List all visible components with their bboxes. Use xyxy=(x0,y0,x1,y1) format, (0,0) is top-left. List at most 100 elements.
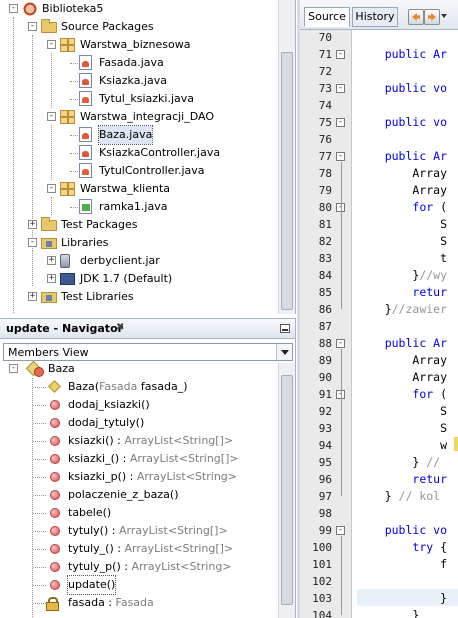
code-line[interactable]: S xyxy=(357,216,447,233)
code-line[interactable]: w xyxy=(357,437,447,454)
code-line[interactable]: try { xyxy=(357,539,447,556)
fold-toggle-icon[interactable]: - xyxy=(336,118,345,127)
code-line[interactable]: for ( xyxy=(357,386,447,403)
expand-icon[interactable]: + xyxy=(28,292,37,301)
method-icon xyxy=(50,508,60,518)
code-line[interactable]: Array xyxy=(357,369,447,386)
back-icon[interactable] xyxy=(408,9,424,25)
projects-scrollbar[interactable] xyxy=(278,0,295,314)
method-item[interactable]: tytuly() : ArrayList<String[]> xyxy=(0,522,277,540)
tree-guide-line xyxy=(33,441,46,442)
navigator-title-bar[interactable]: update - Navigator ✖ xyxy=(0,319,295,339)
code-line[interactable]: retur xyxy=(357,284,447,301)
test-packages-node[interactable]: + Test Packages xyxy=(0,216,277,234)
code-line[interactable]: Array xyxy=(357,182,447,199)
code-line[interactable]: Array xyxy=(357,165,447,182)
code-line[interactable]: } xyxy=(357,590,447,607)
code-line[interactable]: S xyxy=(357,403,447,420)
projects-scrollbar-thumb[interactable] xyxy=(281,52,293,310)
project-node[interactable]: - Biblioteka5 xyxy=(0,0,277,18)
file-fasada[interactable]: Fasada.java xyxy=(0,54,277,72)
chevron-down-icon[interactable] xyxy=(276,344,292,360)
line-number: 72 xyxy=(318,65,332,78)
navigator-scrollbar-thumb[interactable] xyxy=(281,375,293,605)
minimize-icon[interactable] xyxy=(280,324,290,333)
code-token: S xyxy=(357,421,448,435)
method-item[interactable]: ksiazki_() : ArrayList<String[]> xyxy=(0,450,277,468)
method-item[interactable]: tabele() xyxy=(0,504,277,522)
file-ramka1[interactable]: ramka1.java xyxy=(0,198,277,216)
method-item[interactable]: ksiazki() : ArrayList<String[]> xyxy=(0,432,277,450)
file-baza[interactable]: Baza.java xyxy=(0,125,277,145)
package-warstwa-integracji[interactable]: - Warstwa_integracji_DAO xyxy=(0,108,277,126)
code-line[interactable]: S xyxy=(357,420,447,437)
file-tytul-controller[interactable]: TytulController.java xyxy=(0,162,277,180)
collapse-icon[interactable]: - xyxy=(47,184,56,193)
source-packages-node[interactable]: - Source Packages xyxy=(0,18,277,36)
file-tytul-ksiazki[interactable]: Tytul_ksiazki.java xyxy=(0,90,277,108)
method-item[interactable]: ksiazki_p() : ArrayList<String> xyxy=(0,468,277,486)
libraries-node[interactable]: - Libraries xyxy=(0,234,277,252)
code-line[interactable]: }//zawier xyxy=(357,301,447,318)
method-item[interactable]: update() xyxy=(0,575,277,595)
close-icon[interactable]: ✖ xyxy=(116,322,124,333)
code-line[interactable]: } // kol xyxy=(357,488,440,505)
warning-marker[interactable] xyxy=(454,437,458,451)
code-line[interactable]: public Ar xyxy=(357,148,447,165)
fold-toggle-icon[interactable]: - xyxy=(336,526,345,535)
tab-source[interactable]: Source xyxy=(304,7,350,27)
code-line[interactable]: } xyxy=(357,607,419,618)
forward-icon[interactable] xyxy=(424,9,440,25)
navigator-scrollbar[interactable] xyxy=(278,363,295,618)
method-item[interactable]: dodaj_ksiazki() xyxy=(0,396,277,414)
collapse-icon[interactable]: - xyxy=(28,238,37,247)
method-item[interactable]: tytuly_p() : ArrayList<String> xyxy=(0,558,277,576)
package-warstwa-klienta[interactable]: - Warstwa_klienta xyxy=(0,180,277,198)
method-item[interactable]: polaczenie_z_baza() xyxy=(0,486,277,504)
code-line[interactable]: Array xyxy=(357,352,447,369)
collapse-icon[interactable]: - xyxy=(9,364,18,373)
fold-toggle-icon[interactable]: - xyxy=(336,152,345,161)
code-line[interactable]: } // xyxy=(357,454,440,471)
code-line[interactable]: S xyxy=(357,233,447,250)
member-type: ArrayList<String[]> xyxy=(124,434,234,447)
method-item[interactable]: tytuly_() : ArrayList<String[]> xyxy=(0,540,277,558)
file-ksiazka[interactable]: Ksiazka.java xyxy=(0,72,277,90)
code-line[interactable]: public vo xyxy=(357,522,447,539)
lib-jdk[interactable]: + JDK 1.7 (Default) xyxy=(0,270,277,288)
code-line[interactable]: f xyxy=(357,556,447,573)
code-line[interactable]: public Ar xyxy=(357,335,447,352)
class-node[interactable]: - Baza xyxy=(0,360,277,378)
constructor-item[interactable]: Baza(Fasada fasada_) xyxy=(0,378,277,396)
tab-history[interactable]: History xyxy=(352,7,398,27)
lib-derbyclient[interactable]: + derbyclient.jar xyxy=(0,252,277,270)
package-warstwa-biznesowa[interactable]: - Warstwa_biznesowa xyxy=(0,36,277,54)
code-line[interactable]: t xyxy=(357,250,447,267)
code-line[interactable]: }//wy xyxy=(357,267,447,284)
member-label: ksiazki_() : ArrayList<String[]> xyxy=(68,450,239,468)
code-line[interactable]: public vo xyxy=(357,80,447,97)
collapse-icon[interactable]: - xyxy=(47,112,56,121)
code-line[interactable]: for ( xyxy=(357,199,447,216)
members-view-combo[interactable]: Members View xyxy=(3,343,293,361)
line-number: 91 xyxy=(318,388,332,401)
code-line[interactable]: public vo xyxy=(357,114,447,131)
expand-icon[interactable]: + xyxy=(28,220,37,229)
test-libraries-node[interactable]: + Test Libraries xyxy=(0,288,277,306)
line-number-gutter: 70 71-72 73-74 75-76 77-78 79 80-81 82 83 84 85 86 8… xyxy=(300,30,352,618)
collapse-icon[interactable]: - xyxy=(9,4,18,13)
code-token: } xyxy=(357,268,420,282)
collapse-icon[interactable]: - xyxy=(28,22,37,31)
chevron-down-icon[interactable] xyxy=(441,14,447,18)
fold-toggle-icon[interactable]: - xyxy=(336,339,345,348)
method-item[interactable]: dodaj_tytuly() xyxy=(0,414,277,432)
expand-icon[interactable]: + xyxy=(47,256,56,265)
field-item[interactable]: fasada : Fasada xyxy=(0,594,277,612)
code-line[interactable]: retur xyxy=(357,471,447,488)
expand-icon[interactable]: + xyxy=(47,274,56,283)
code-line[interactable]: public Ar xyxy=(357,46,447,63)
fold-toggle-icon[interactable]: - xyxy=(336,50,345,59)
fold-toggle-icon[interactable]: - xyxy=(336,84,345,93)
file-ksiazka-controller[interactable]: KsiazkaController.java xyxy=(0,144,277,162)
collapse-icon[interactable]: - xyxy=(47,40,56,49)
